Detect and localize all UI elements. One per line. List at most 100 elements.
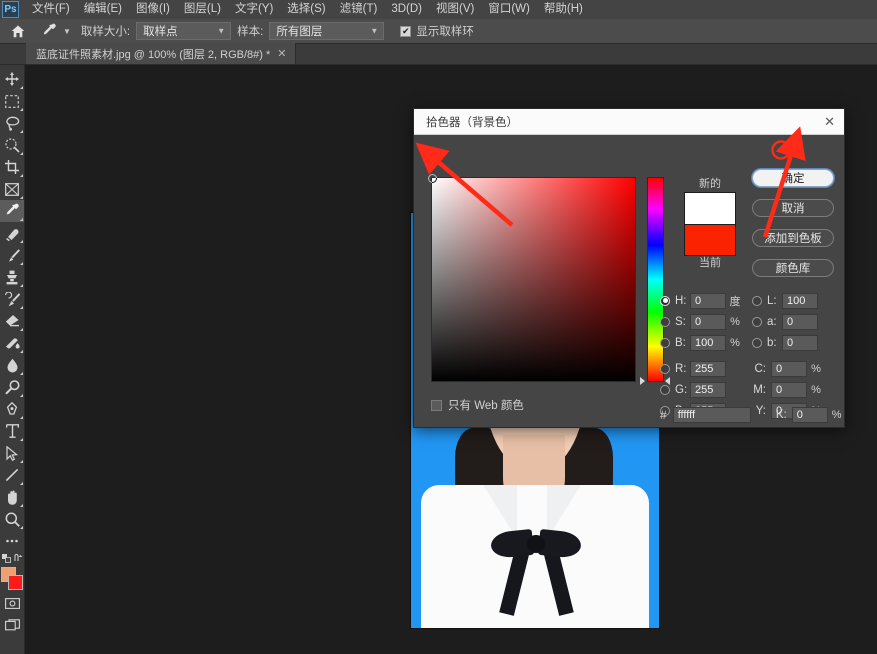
menu-item-image[interactable]: 图像(I) — [129, 0, 177, 19]
radio-g[interactable] — [660, 384, 670, 395]
label-h: H: — [675, 294, 687, 307]
chevron-down-icon[interactable]: ▼ — [63, 27, 71, 36]
crop-tool[interactable] — [0, 156, 24, 178]
add-to-swatches-button[interactable]: 添加到色板 — [752, 229, 834, 247]
quick-selection-tool[interactable] — [0, 134, 24, 156]
move-tool[interactable] — [0, 68, 24, 90]
field-row-g-m: G: 255 M: 0 % — [660, 379, 840, 400]
document-tab-title: 蓝底证件照素材.jpg @ 100% (图层 2, RGB/8#) * — [36, 48, 271, 61]
cancel-button[interactable]: 取消 — [752, 199, 834, 217]
menu-item-filter[interactable]: 滤镜(T) — [333, 0, 385, 19]
gradient-tool[interactable] — [0, 332, 24, 354]
radio-r[interactable] — [660, 363, 670, 374]
brush-tool[interactable] — [0, 244, 24, 266]
label-brightness: B: — [675, 336, 686, 349]
hex-input[interactable]: ffffff — [672, 407, 751, 423]
menu-item-view[interactable]: 视图(V) — [429, 0, 481, 19]
input-b-lab[interactable]: 0 — [782, 334, 818, 351]
color-libraries-button[interactable]: 颜色库 — [752, 259, 834, 277]
input-g[interactable]: 255 — [690, 381, 726, 398]
input-brightness[interactable]: 100 — [690, 334, 726, 351]
label-m: M: — [753, 383, 766, 396]
ok-button[interactable]: 确定 — [752, 169, 834, 187]
chevron-down-icon: ▼ — [370, 26, 379, 36]
white-shirt — [421, 485, 649, 628]
sample-select[interactable]: 所有图层 ▼ — [269, 22, 385, 40]
menu-item-window[interactable]: 窗口(W) — [481, 0, 537, 19]
unit-s: % — [730, 315, 740, 328]
new-color-swatch[interactable] — [684, 192, 736, 224]
radio-a[interactable] — [752, 316, 762, 327]
line-tool[interactable] — [0, 464, 24, 486]
input-r[interactable]: 255 — [690, 360, 726, 377]
input-a[interactable]: 0 — [782, 313, 818, 330]
dialog-body: ✔ 只有 Web 颜色 新的 当前 确定 取消 添加到色板 颜色库 — [414, 135, 844, 428]
input-h[interactable]: 0 — [690, 292, 726, 309]
pen-tool[interactable] — [0, 398, 24, 420]
screen-mode-icon[interactable] — [0, 614, 24, 636]
label-c: C: — [754, 362, 767, 375]
chevron-down-icon: ▼ — [217, 26, 226, 36]
close-icon[interactable]: ✕ — [277, 47, 286, 60]
show-sampling-ring-checkbox[interactable]: ✔ 显示取样环 — [400, 23, 474, 39]
color-field-marker[interactable] — [428, 174, 437, 183]
radio-l[interactable] — [752, 295, 762, 306]
rectangular-marquee-tool[interactable] — [0, 90, 24, 112]
input-k[interactable]: 0 — [791, 407, 828, 423]
tool-preset-picker[interactable]: ▼ — [34, 21, 75, 41]
label-a: a: — [767, 315, 777, 328]
quick-mask-icon[interactable] — [0, 592, 24, 614]
unit-h: 度 — [729, 295, 741, 308]
foreground-background-color-swatches[interactable] — [0, 566, 24, 592]
radio-b-lab[interactable] — [752, 337, 762, 348]
show-sampling-ring-label: 显示取样环 — [416, 26, 474, 38]
hue-slider-handle-left[interactable] — [640, 377, 645, 385]
path-selection-tool[interactable] — [0, 442, 24, 464]
spot-healing-brush-tool[interactable] — [0, 222, 24, 244]
color-field[interactable] — [428, 174, 636, 382]
lasso-tool[interactable] — [0, 112, 24, 134]
web-colors-only-checkbox[interactable]: ✔ 只有 Web 颜色 — [431, 397, 524, 413]
swap-colors-icon — [14, 553, 22, 561]
menu-item-edit[interactable]: 编辑(E) — [77, 0, 129, 19]
eyedropper-tool[interactable] — [0, 200, 24, 222]
radio-brightness[interactable] — [660, 337, 670, 348]
input-c[interactable]: 0 — [771, 360, 807, 377]
input-s[interactable]: 0 — [690, 313, 726, 330]
menu-item-type[interactable]: 文字(Y) — [228, 0, 280, 19]
label-k: K: — [775, 409, 787, 421]
radio-h[interactable] — [660, 295, 670, 306]
type-tool[interactable] — [0, 420, 24, 442]
document-tab[interactable]: 蓝底证件照素材.jpg @ 100% (图层 2, RGB/8#) * ✕ — [26, 43, 296, 64]
blur-tool[interactable] — [0, 354, 24, 376]
menu-item-help[interactable]: 帮助(H) — [537, 0, 590, 19]
close-icon[interactable]: ✕ — [824, 115, 835, 128]
radio-s[interactable] — [660, 316, 670, 327]
color-picker-dialog[interactable]: 拾色器（背景色） ✕ ✔ 只有 Web 颜色 新的 — [413, 108, 845, 428]
dodge-tool[interactable] — [0, 376, 24, 398]
history-brush-tool[interactable] — [0, 288, 24, 310]
field-group-c: C: 0 % — [752, 360, 825, 377]
sample-label: 样本: — [237, 26, 264, 38]
current-color-swatch[interactable] — [684, 224, 736, 256]
menu-item-layer[interactable]: 图层(L) — [177, 0, 228, 19]
sample-size-select[interactable]: 取样点 ▼ — [136, 22, 232, 40]
field-row-brightness-b: B: 100 % b: 0 — [660, 332, 840, 353]
menu-item-file[interactable]: 文件(F) — [25, 0, 77, 19]
hex-row: # ffffff K: 0 % — [660, 407, 846, 423]
input-m[interactable]: 0 — [771, 381, 807, 398]
photoshop-logo-icon: Ps — [2, 1, 19, 18]
menu-item-select[interactable]: 选择(S) — [280, 0, 332, 19]
label-l: L: — [767, 294, 777, 307]
frame-tool[interactable] — [0, 178, 24, 200]
eraser-tool[interactable] — [0, 310, 24, 332]
home-icon[interactable] — [8, 21, 28, 41]
input-l[interactable]: 100 — [782, 292, 818, 309]
hand-tool[interactable] — [0, 486, 24, 508]
zoom-tool[interactable] — [0, 508, 24, 530]
background-color-swatch[interactable] — [8, 575, 23, 590]
field-group-k: K: 0 % — [773, 407, 846, 423]
clone-stamp-tool[interactable] — [0, 266, 24, 288]
menu-item-3d[interactable]: 3D(D) — [384, 0, 429, 19]
edit-toolbar-tool[interactable] — [0, 530, 24, 552]
